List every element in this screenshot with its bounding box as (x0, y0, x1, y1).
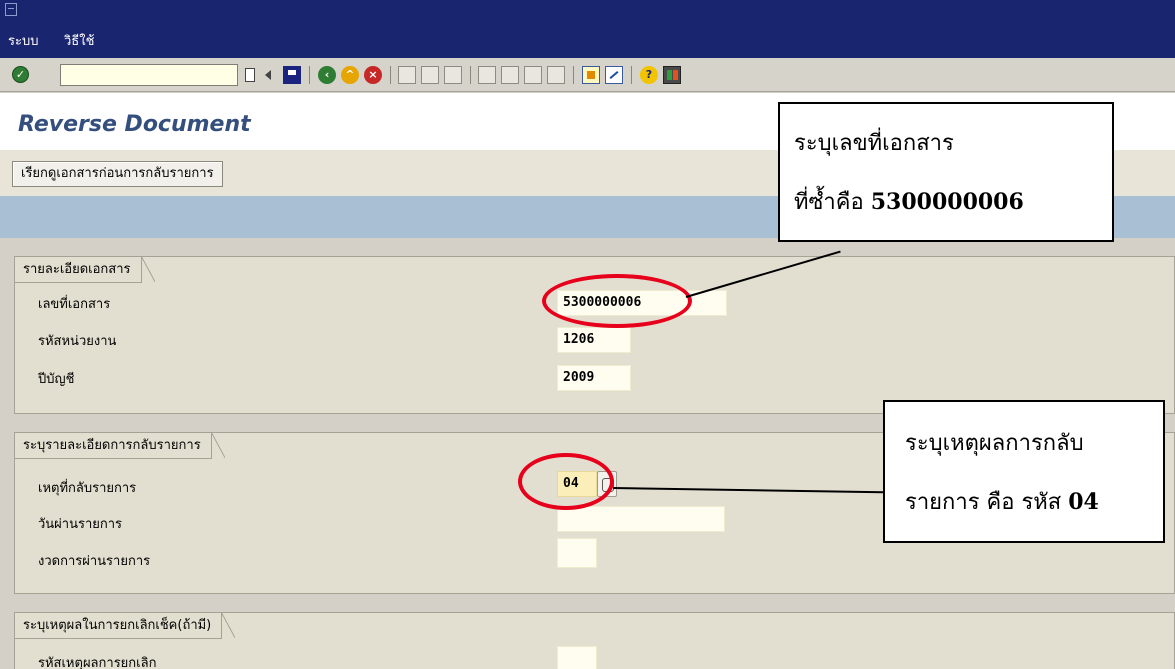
company-code-label: รหัสหน่วยงาน (38, 334, 117, 349)
save-icon[interactable] (283, 66, 301, 84)
document-number-highlight (542, 274, 692, 328)
toolbar-separator (470, 66, 471, 84)
toolbar-separator (631, 66, 632, 84)
fiscal-year-field[interactable]: 2009 (557, 365, 631, 391)
group-title: รายละเอียดเอกสาร (15, 256, 154, 283)
void-reason-code-label: รหัสเหตุผลการยกเลิก (38, 656, 157, 669)
posting-period-label: งวดการผ่านรายการ (38, 554, 151, 569)
exit-icon[interactable]: ^ (341, 66, 359, 84)
reversal-reason-callout: ระบุเหตุผลการกลับ รายการ คือ รหัส 04 (883, 400, 1165, 543)
callout-text: ระบุเหตุผลการกลับ (905, 431, 1084, 456)
document-number-callout: ระบุเลขที่เอกสาร ที่ซ้ำคือ 5300000006 (778, 102, 1114, 242)
find-icon[interactable] (421, 66, 439, 84)
toolbar-separator (309, 66, 310, 84)
callout-text: ที่ซ้ำคือ 5300000006 (794, 189, 1024, 215)
callout-text: ระบุเลขที่เอกสาร (794, 131, 954, 156)
enter-checkmark-icon[interactable]: ✓ (12, 66, 29, 83)
posting-period-field[interactable] (557, 538, 597, 568)
system-menu-icon[interactable] (5, 3, 17, 16)
shortcut-icon[interactable] (605, 66, 623, 84)
page-title: Reverse Document (18, 112, 251, 137)
print-icon[interactable] (398, 66, 416, 84)
reversal-reason-label: เหตุที่กลับรายการ (38, 481, 137, 496)
toolbar-separator (573, 66, 574, 84)
reversal-reason-highlight (518, 453, 614, 510)
standard-toolbar: ✓ ‹ ^ × ? (0, 58, 1175, 92)
last-page-icon[interactable] (547, 66, 565, 84)
menu-bar: ระบบ วิธีใช้ (0, 0, 1175, 58)
menu-item-help[interactable]: วิธีใช้ (64, 30, 94, 51)
menu-item-system[interactable]: ระบบ (8, 30, 38, 51)
customize-layout-icon[interactable] (663, 66, 681, 84)
group-title: ระบุรายละเอียดการกลับรายการ (15, 432, 225, 459)
collapse-arrow-icon[interactable] (265, 70, 271, 80)
find-next-icon[interactable] (444, 66, 462, 84)
first-page-icon[interactable] (478, 66, 496, 84)
help-icon[interactable]: ? (640, 66, 658, 84)
back-icon[interactable]: ‹ (318, 66, 336, 84)
fiscal-year-label: ปีบัญชี (38, 372, 75, 387)
display-before-reversal-button[interactable]: เรียกดูเอกสารก่อนการกลับรายการ (12, 161, 223, 187)
posting-date-label: วันผ่านรายการ (38, 517, 123, 532)
previous-page-icon[interactable] (501, 66, 519, 84)
group-title: ระบุเหตุผลในการยกเลิกเช็ค(ถ้ามี) (15, 612, 236, 639)
command-field[interactable] (60, 64, 238, 86)
company-code-field[interactable]: 1206 (557, 327, 631, 353)
callout-text: รายการ คือ รหัส 04 (905, 489, 1099, 515)
next-page-icon[interactable] (524, 66, 542, 84)
command-history-icon[interactable] (245, 68, 255, 82)
toolbar-separator (390, 66, 391, 84)
posting-date-field[interactable] (557, 506, 725, 532)
cancel-icon[interactable]: × (364, 66, 382, 84)
new-session-icon[interactable] (582, 66, 600, 84)
void-reason-code-field[interactable] (557, 646, 597, 669)
document-number-label: เลขที่เอกสาร (38, 297, 111, 312)
